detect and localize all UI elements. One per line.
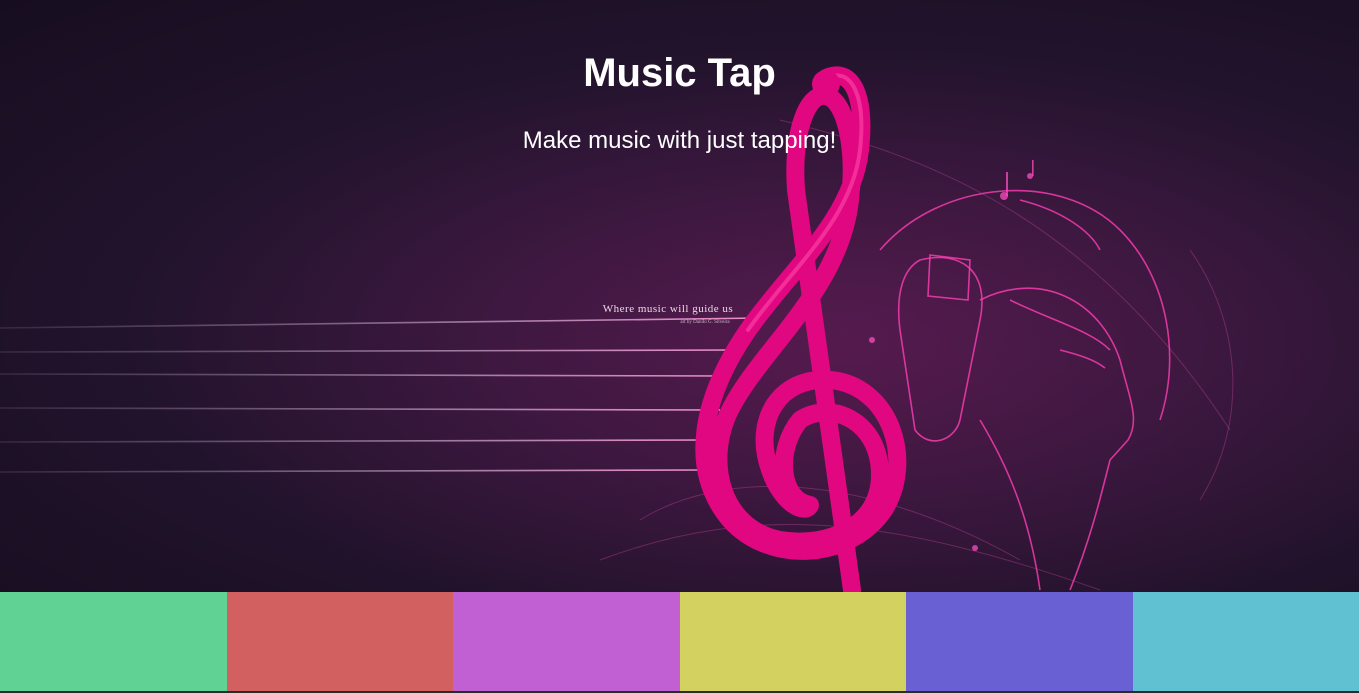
app-stage: Where music will guide us art by Danilo … — [0, 0, 1359, 693]
page-title: Music Tap — [583, 51, 776, 95]
art-credit: art by Danilo G. Silveira — [680, 320, 730, 325]
pad-2[interactable] — [226, 592, 453, 691]
hero-background: Where music will guide us art by Danilo … — [0, 0, 1359, 592]
pad-3[interactable] — [453, 592, 680, 691]
pad-1[interactable] — [0, 592, 227, 691]
pad-4[interactable] — [679, 592, 906, 691]
page-subtitle: Make music with just tapping! — [522, 127, 837, 154]
tap-pads — [0, 592, 1359, 691]
pad-6[interactable] — [1132, 592, 1359, 691]
art-caption: Where music will guide us — [603, 303, 733, 315]
pad-5[interactable] — [906, 592, 1133, 691]
